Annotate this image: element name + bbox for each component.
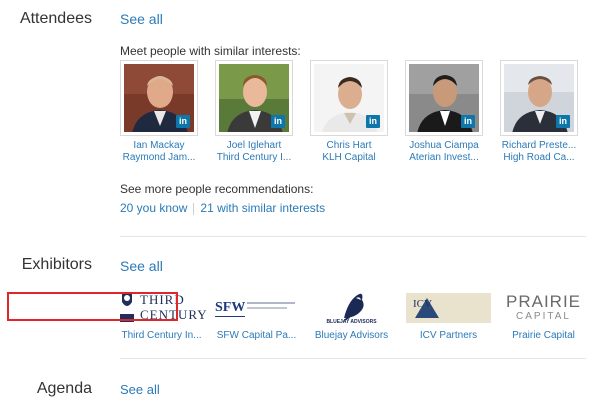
meet-people-text: Meet people with similar interests: xyxy=(120,44,301,58)
more-recommendations-text: See more people recommendations: xyxy=(120,182,314,196)
attendee-name[interactable]: Joshua Ciampa xyxy=(402,140,486,152)
logo-text: CAPITAL xyxy=(516,311,571,322)
exhibitor-name[interactable]: ICV Partners xyxy=(401,330,496,341)
attendee-company[interactable]: Aterian Invest... xyxy=(402,152,486,164)
attendees-see-all-link[interactable]: See all xyxy=(120,11,163,27)
attendee-company[interactable]: Third Century I... xyxy=(212,152,296,164)
attendees-heading: Attendees xyxy=(19,10,92,27)
exhibitor-third-century[interactable]: THIRD CENTURY Third Century In... xyxy=(114,288,209,341)
prairie-capital-logo[interactable]: PRAIRIE CAPITAL xyxy=(496,288,589,326)
exhibitor-name[interactable]: Third Century In... xyxy=(114,330,209,341)
exhibitor-icv-partners[interactable]: ICV ICV Partners xyxy=(401,288,496,341)
attendee-photo: in xyxy=(314,64,384,132)
logo-text: THIRD xyxy=(140,292,185,307)
bluejay-logo[interactable]: BLUEJAY ADVISORS xyxy=(304,288,399,326)
attendee-card-chris-hart[interactable]: in Chris Hart KLH Capital xyxy=(307,60,391,164)
exhibitor-bluejay-advisors[interactable]: BLUEJAY ADVISORS Bluejay Advisors xyxy=(304,288,399,341)
exhibitor-prairie-capital[interactable]: PRAIRIE CAPITAL Prairie Capital xyxy=(496,288,589,341)
exhibitor-name[interactable]: SFW Capital Pa... xyxy=(209,330,304,341)
attendee-card-ian-mackay[interactable]: in Ian Mackay Raymond Jam... xyxy=(117,60,201,164)
attendee-photo-frame[interactable]: in xyxy=(405,60,483,136)
attendee-card-joel-iglehart[interactable]: in Joel Iglehart Third Century I... xyxy=(212,60,296,164)
linkedin-icon: in xyxy=(176,115,190,128)
linkedin-icon: in xyxy=(271,115,285,128)
exhibitors-see-all-link[interactable]: See all xyxy=(120,258,163,274)
exhibitor-sfw-capital[interactable]: SFW SFW Capital Pa... xyxy=(209,288,304,341)
link-separator xyxy=(193,202,195,215)
linkedin-icon: in xyxy=(461,115,475,128)
attendee-photo-frame[interactable]: in xyxy=(215,60,293,136)
sfw-logo[interactable]: SFW xyxy=(209,288,304,326)
logo-text: ICV xyxy=(413,298,432,310)
exhibitor-name[interactable]: Prairie Capital xyxy=(496,330,589,341)
recommendation-links: 20 you know 21 with similar interests xyxy=(120,201,325,215)
attendee-company[interactable]: KLH Capital xyxy=(307,152,391,164)
attendee-company[interactable]: Raymond Jam... xyxy=(117,152,201,164)
linkedin-icon: in xyxy=(366,115,380,128)
attendee-photo: in xyxy=(504,64,574,132)
attendee-photo: in xyxy=(219,64,289,132)
attendee-card-richard-preste[interactable]: in Richard Preste... High Road Ca... xyxy=(497,60,581,164)
section-divider xyxy=(120,358,586,359)
attendee-photo: in xyxy=(124,64,194,132)
attendee-name[interactable]: Ian Mackay xyxy=(117,140,201,152)
icv-logo[interactable]: ICV xyxy=(401,288,496,326)
agenda-see-all-link[interactable]: See all xyxy=(120,382,160,397)
attendee-photo-frame[interactable]: in xyxy=(120,60,198,136)
section-divider xyxy=(120,236,586,237)
similar-interests-link[interactable]: 21 with similar interests xyxy=(200,201,325,215)
attendee-name[interactable]: Chris Hart xyxy=(307,140,391,152)
linkedin-icon: in xyxy=(556,115,570,128)
logo-text: CENTURY xyxy=(140,307,208,322)
attendee-company[interactable]: High Road Ca... xyxy=(497,152,581,164)
logo-text: PRAIRIE xyxy=(505,292,582,311)
third-century-logo[interactable]: THIRD CENTURY xyxy=(114,288,209,326)
exhibitors-heading: Exhibitors xyxy=(21,256,92,273)
agenda-heading: Agenda xyxy=(36,380,92,397)
attendee-photo-frame[interactable]: in xyxy=(500,60,578,136)
attendee-name[interactable]: Joel Iglehart xyxy=(212,140,296,152)
exhibitor-name[interactable]: Bluejay Advisors xyxy=(304,330,399,341)
attendee-card-joshua-ciampa[interactable]: in Joshua Ciampa Aterian Invest... xyxy=(402,60,486,164)
you-know-link[interactable]: 20 you know xyxy=(120,201,187,215)
logo-text: BLUEJAY ADVISORS xyxy=(326,319,377,325)
attendee-name[interactable]: Richard Preste... xyxy=(497,140,581,152)
attendee-photo: in xyxy=(409,64,479,132)
attendee-photo-frame[interactable]: in xyxy=(310,60,388,136)
